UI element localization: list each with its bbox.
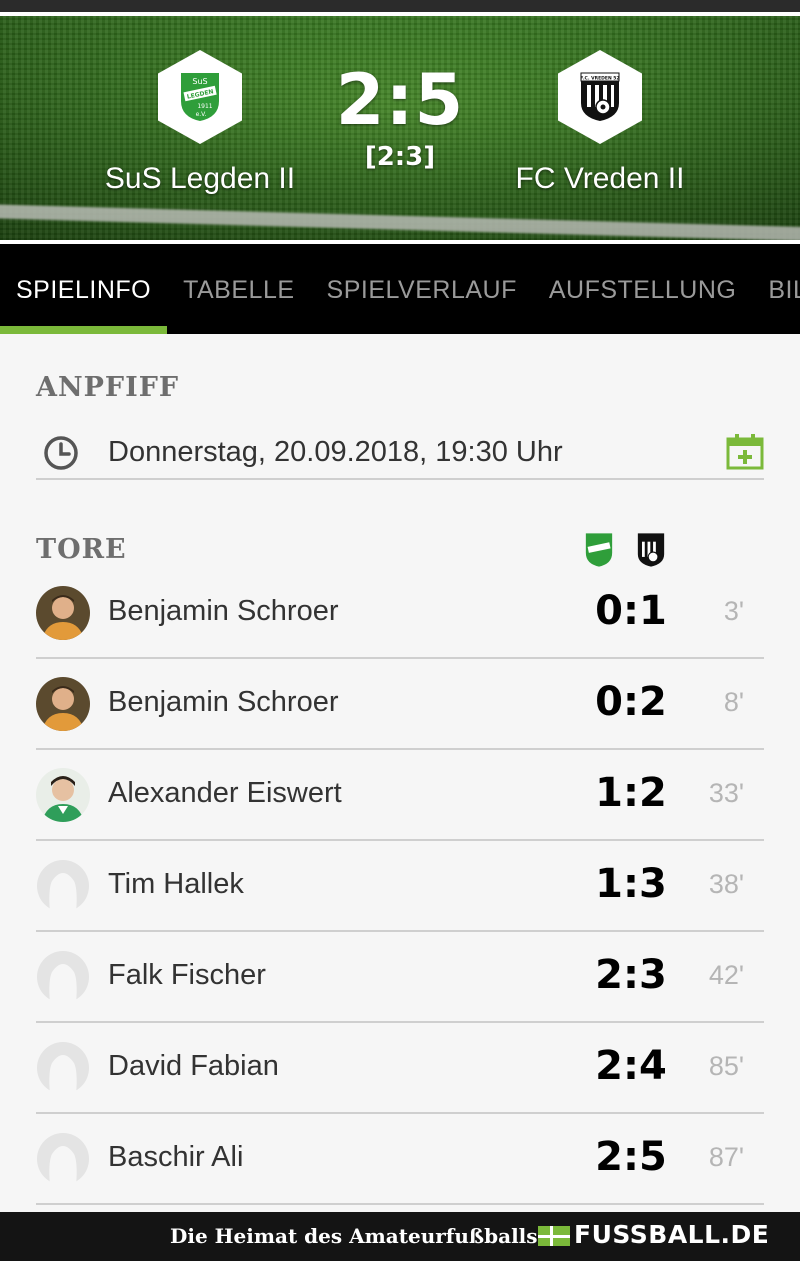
- kickoff-title: ANPFIFF: [36, 372, 180, 403]
- goal-minute: 42': [708, 960, 744, 990]
- match-info-content: ANPFIFF Donnerstag, 20.09.2018, 19:30 Uh…: [0, 334, 800, 1212]
- svg-text:1911: 1911: [197, 103, 212, 110]
- goal-score: 2:3: [595, 952, 667, 998]
- player-avatar-placeholder: [36, 1132, 90, 1186]
- svg-text:e.V.: e.V.: [196, 111, 207, 118]
- footer-banner[interactable]: Die Heimat des Amateurfußballs FUSSBALL.…: [0, 1212, 800, 1261]
- player-avatar-placeholder: [36, 859, 90, 913]
- home-team[interactable]: SuS LEGDEN 1911 e.V. SuS Legden II: [70, 50, 330, 196]
- goal-minute: 85': [708, 1051, 744, 1081]
- goals-title: TORE: [36, 534, 127, 565]
- svg-text:SuS: SuS: [192, 77, 207, 86]
- away-mini-crest-icon: [637, 533, 665, 567]
- goal-row[interactable]: Benjamin Schroer 0:1 3': [36, 568, 764, 659]
- goal-minute: 33': [708, 778, 744, 808]
- goal-minute: 3': [723, 596, 744, 626]
- player-avatar: [36, 677, 90, 731]
- footer-brand: FUSSBALL.DE: [574, 1220, 770, 1249]
- home-team-crest: SuS LEGDEN 1911 e.V.: [158, 50, 242, 144]
- goal-row[interactable]: Falk Fischer 2:3 42': [36, 932, 764, 1023]
- goal-row[interactable]: Benjamin Schroer 0:2 8': [36, 659, 764, 750]
- away-team[interactable]: F.C. VREDEN 52 FC Vreden II: [470, 50, 730, 196]
- kickoff-datetime: Donnerstag, 20.09.2018, 19:30 Uhr: [108, 436, 563, 468]
- player-name: David Fabian: [108, 1050, 279, 1082]
- player-name: Benjamin Schroer: [108, 686, 339, 718]
- player-name: Baschir Ali: [108, 1141, 244, 1173]
- goal-row[interactable]: Tim Hallek 1:3 38': [36, 841, 764, 932]
- away-team-crest: F.C. VREDEN 52: [558, 50, 642, 144]
- away-team-name: FC Vreden II: [515, 162, 685, 195]
- goal-score: 1:3: [595, 861, 667, 907]
- clock-icon: [44, 436, 78, 470]
- status-bar: [0, 0, 800, 12]
- player-avatar: [36, 768, 90, 822]
- goal-row[interactable]: David Fabian 2:4 85': [36, 1023, 764, 1114]
- goal-score: 2:4: [595, 1043, 667, 1089]
- calendar-add-icon[interactable]: [726, 434, 764, 470]
- goal-score: 1:2: [595, 770, 667, 816]
- player-name: Benjamin Schroer: [108, 595, 339, 627]
- goal-minute: 38': [708, 869, 744, 899]
- tab-spielverlauf[interactable]: SPIELVERLAUF: [311, 244, 533, 334]
- kickoff-row: Donnerstag, 20.09.2018, 19:30 Uhr: [36, 430, 764, 480]
- home-mini-crest-icon: [585, 533, 613, 567]
- goal-score: 0:2: [595, 679, 667, 725]
- away-crest-icon: F.C. VREDEN 52: [580, 72, 620, 121]
- fussball-de-logo-icon: [538, 1226, 570, 1246]
- player-avatar: [36, 586, 90, 640]
- goal-score: 0:1: [595, 588, 667, 634]
- home-crest-icon: SuS LEGDEN 1911 e.V.: [181, 73, 219, 121]
- tab-bilder[interactable]: BILDER: [752, 244, 800, 334]
- footer-tagline: Die Heimat des Amateurfußballs: [170, 1224, 538, 1248]
- player-avatar-placeholder: [36, 950, 90, 1004]
- svg-text:F.C. VREDEN 52: F.C. VREDEN 52: [580, 76, 619, 82]
- tab-bar: SPIELINFO TABELLE SPIELVERLAUF AUFSTELLU…: [0, 244, 800, 334]
- match-header: SuS LEGDEN 1911 e.V. SuS Legden II 2:5 […: [0, 12, 800, 244]
- goal-team-crests: [584, 532, 666, 568]
- goal-minute: 8': [723, 687, 744, 717]
- tab-tabelle[interactable]: TABELLE: [167, 244, 310, 334]
- goal-row[interactable]: Baschir Ali 2:5 87': [36, 1114, 764, 1205]
- player-name: Falk Fischer: [108, 959, 266, 991]
- home-team-name: SuS Legden II: [104, 162, 296, 195]
- player-avatar-placeholder: [36, 1041, 90, 1095]
- player-name: Alexander Eiswert: [108, 777, 342, 809]
- tab-aufstellung[interactable]: AUFSTELLUNG: [533, 244, 752, 334]
- player-name: Tim Hallek: [108, 868, 244, 900]
- goal-row[interactable]: Alexander Eiswert 1:2 33': [36, 750, 764, 841]
- goal-score: 2:5: [595, 1134, 667, 1180]
- goal-minute: 87': [708, 1142, 744, 1172]
- tab-spielinfo[interactable]: SPIELINFO: [0, 244, 168, 334]
